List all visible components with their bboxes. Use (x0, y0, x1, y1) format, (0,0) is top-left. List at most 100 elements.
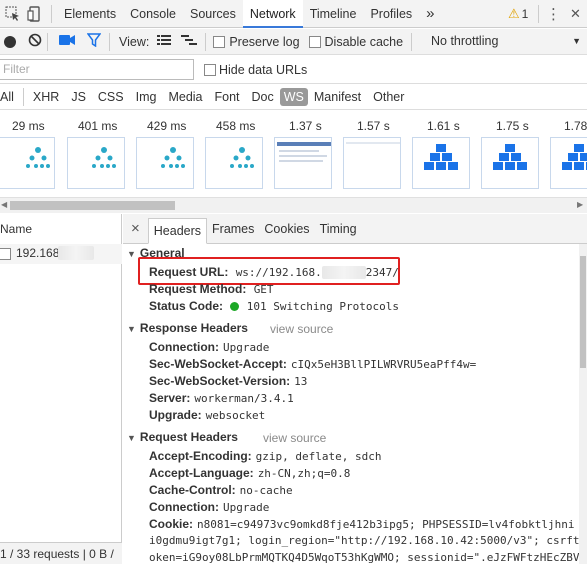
toolbar-divider (538, 5, 539, 23)
warning-count: 1 (521, 7, 529, 21)
request-icon (0, 248, 11, 260)
scrollbar-thumb[interactable] (10, 201, 175, 210)
tab-profiles[interactable]: Profiles (363, 0, 419, 28)
view-source-link[interactable]: view source (263, 431, 326, 445)
close-details-icon[interactable]: × (131, 220, 140, 237)
hide-data-urls-label: Hide data URLs (219, 63, 308, 77)
filter-icon[interactable] (86, 33, 102, 50)
toolbar-divider (109, 32, 110, 51)
tab-cookies[interactable]: Cookies (259, 217, 314, 241)
request-list: Name 192.168 1 / 33 requests | 0 B / (0, 214, 122, 564)
header-row: Cookie: n8081=c94973vc9omkd8fje412b3ipg5;… (149, 517, 575, 531)
response-headers-section-header[interactable]: ▼ Response Headers (127, 321, 248, 335)
header-key: Connection: (149, 500, 219, 514)
type-other[interactable]: Other (367, 88, 410, 106)
clear-icon[interactable] (28, 33, 42, 50)
scroll-left-icon[interactable]: ◀ (1, 200, 7, 209)
frame-thumbnail[interactable] (205, 137, 263, 189)
frame-time: 1.57 s (357, 119, 390, 133)
header-key: Upgrade: (149, 408, 202, 422)
horizontal-scrollbar[interactable]: ◀ ▶ (0, 197, 587, 213)
type-manifest[interactable]: Manifest (308, 88, 367, 106)
tab-network[interactable]: Network (242, 0, 303, 28)
header-row: Server: workerman/3.4.1 (149, 391, 294, 405)
frame-thumbnail[interactable] (0, 137, 55, 189)
details-tabs: × Headers Frames Cookies Timing (123, 214, 587, 244)
frame-thumbnail[interactable] (67, 137, 125, 189)
frame-time: 458 ms (216, 119, 256, 133)
frame-thumbnail[interactable] (550, 137, 587, 189)
type-css[interactable]: CSS (92, 88, 130, 106)
frame-thumbnail[interactable] (343, 137, 401, 189)
type-img[interactable]: Img (130, 88, 163, 106)
record-icon[interactable] (4, 35, 16, 48)
large-rows-icon[interactable] (157, 34, 172, 49)
header-key: Sec-WebSocket-Version: (149, 374, 291, 388)
close-devtools-icon[interactable]: ✕ (570, 6, 581, 22)
header-value: websocket (205, 409, 266, 422)
frame-thumbnail[interactable] (481, 137, 539, 189)
header-value: workerman/3.4.1 (194, 392, 294, 405)
request-details: × Headers Frames Cookies Timing ▼ General… (123, 214, 587, 564)
frame-thumbnail[interactable] (412, 137, 470, 189)
scrollbar-thumb[interactable] (580, 256, 586, 368)
type-font[interactable]: Font (209, 88, 246, 106)
request-row[interactable]: 192.168 (0, 244, 122, 264)
warning-counter[interactable]: ⚠ 1 (508, 6, 528, 22)
header-key: Connection: (149, 340, 219, 354)
tab-frames[interactable]: Frames (207, 217, 259, 241)
warning-icon: ⚠ (508, 6, 520, 21)
resource-type-filter: All XHR JS CSS Img Media Font Doc WS Man… (0, 84, 587, 110)
tab-timeline[interactable]: Timeline (303, 0, 364, 28)
disable-cache-label: Disable cache (324, 34, 404, 49)
type-ws[interactable]: WS (279, 87, 308, 106)
status-code-row: Status Code: 101 Switching Protocols (149, 299, 399, 313)
tab-sources[interactable]: Sources (183, 0, 243, 28)
screenshot-filmstrip: 29 ms 401 ms 429 ms 458 ms 1.37 s 1.57 s… (0, 111, 587, 197)
tab-timing[interactable]: Timing (315, 217, 362, 241)
request-method-row: Request Method: GET (149, 282, 274, 296)
frame-thumbnail[interactable] (274, 137, 332, 189)
vertical-scrollbar[interactable] (579, 244, 587, 564)
disable-cache-checkbox[interactable] (308, 35, 321, 48)
scroll-right-icon[interactable]: ▶ (577, 200, 583, 209)
device-mode-icon[interactable] (24, 3, 46, 25)
waterfall-overview-icon[interactable] (181, 34, 198, 49)
expand-triangle-icon: ▼ (127, 249, 136, 259)
header-row: Upgrade: websocket (149, 408, 265, 422)
frame-time: 429 ms (147, 119, 187, 133)
header-value-continuation: i0gdmu9igt7g1; login_region="http://192.… (149, 534, 580, 547)
capture-screenshots-icon[interactable] (59, 34, 75, 49)
header-value: gzip, deflate, sdch (255, 450, 382, 463)
name-column-header[interactable]: Name (0, 222, 32, 236)
header-value: 101 Switching Protocols (246, 300, 400, 313)
request-headers-section-header[interactable]: ▼ Request Headers (127, 430, 238, 444)
preserve-log-checkbox[interactable] (213, 35, 226, 48)
type-all[interactable]: All (0, 88, 20, 106)
menu-icon[interactable]: ⋮ (546, 5, 561, 23)
view-source-link[interactable]: view source (270, 322, 333, 336)
toolbar-divider (51, 4, 52, 23)
frame-thumbnail[interactable] (136, 137, 194, 189)
throttling-select[interactable]: No throttling ▼ (431, 34, 581, 48)
header-row: Sec-WebSocket-Accept: cIQx5eH3BllPILWRVRU… (149, 357, 476, 371)
filter-bar: Filter Hide data URLs (0, 56, 587, 84)
header-value: zh-CN,zh;q=0.8 (257, 467, 351, 480)
type-doc[interactable]: Doc (246, 88, 280, 106)
filter-input[interactable]: Filter (0, 59, 194, 80)
inspect-element-icon[interactable] (2, 3, 24, 25)
header-key: Server: (149, 391, 191, 405)
hide-data-urls-checkbox[interactable] (204, 64, 216, 76)
more-tabs-button[interactable]: » (419, 0, 441, 28)
header-value: GET (253, 283, 274, 296)
header-key: Cookie: (149, 517, 194, 531)
tab-headers[interactable]: Headers (147, 217, 208, 244)
header-key: Cache-Control: (149, 483, 236, 497)
toolbar-divider (22, 87, 24, 106)
type-js[interactable]: JS (65, 88, 92, 106)
type-media[interactable]: Media (162, 88, 208, 106)
tab-console[interactable]: Console (123, 0, 183, 28)
type-xhr[interactable]: XHR (27, 88, 65, 106)
header-key: Accept-Encoding: (149, 449, 252, 463)
tab-elements[interactable]: Elements (57, 0, 123, 28)
